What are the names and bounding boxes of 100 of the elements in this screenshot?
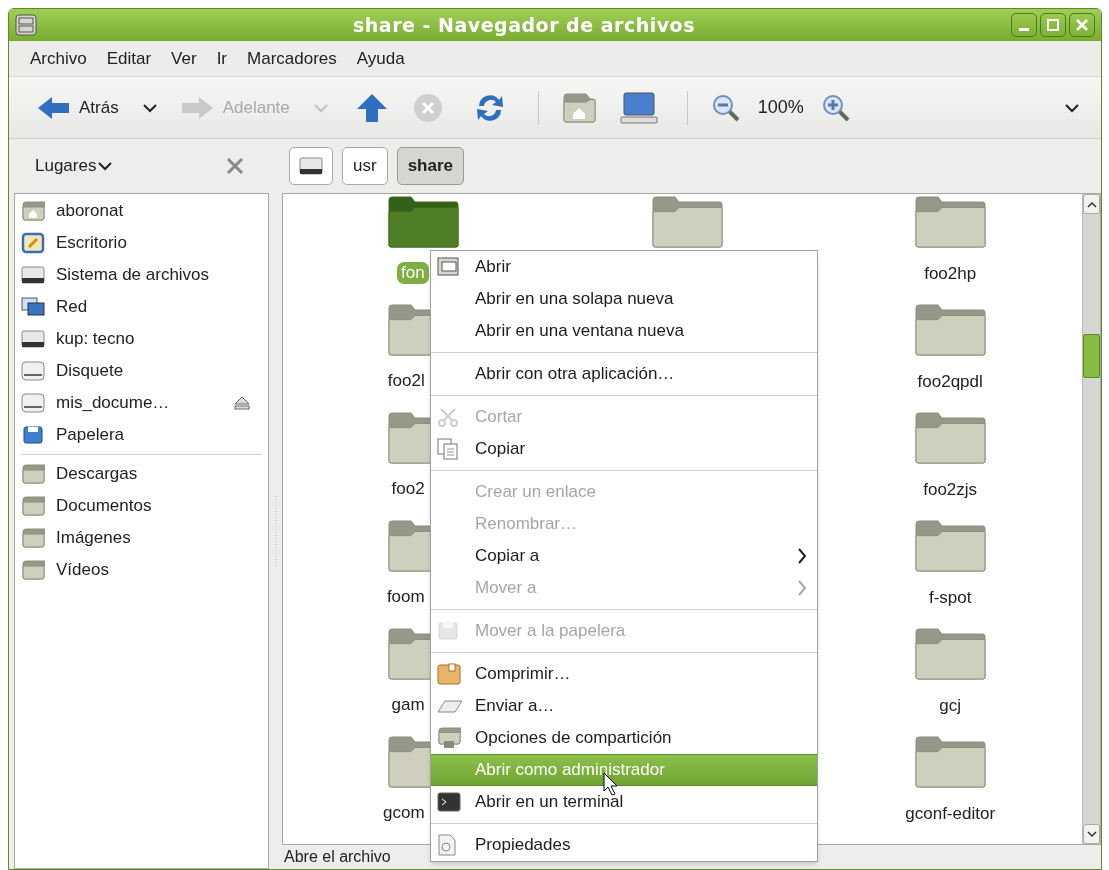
file-name: gcom xyxy=(382,802,426,824)
maximize-icon xyxy=(1047,19,1059,31)
sidebar-item[interactable]: Escritorio xyxy=(15,227,268,259)
sidebar-item[interactable]: Sistema de archivos xyxy=(15,259,268,291)
menu-option[interactable]: Abrir xyxy=(431,251,817,283)
close-icon xyxy=(226,157,244,175)
menu-option[interactable]: Comprimir… xyxy=(431,658,817,690)
menu-item[interactable]: Ayuda xyxy=(347,45,414,72)
zoom-out-icon xyxy=(711,93,740,122)
trash-icon xyxy=(437,621,459,641)
menu-item[interactable]: Archivo xyxy=(21,45,96,72)
menu-option[interactable]: Abrir en una ventana nueva xyxy=(431,315,817,347)
window-title: share - Navegador de archivos xyxy=(352,12,696,38)
sidebar-item[interactable]: aboronat xyxy=(15,195,268,227)
file-name: fon xyxy=(397,262,429,284)
menu-item[interactable]: Marcadores xyxy=(238,45,346,72)
box-icon xyxy=(437,663,461,685)
folder-icon[interactable] xyxy=(914,628,987,680)
computer-icon xyxy=(619,91,658,124)
document-icon xyxy=(437,834,457,856)
left-arrow-icon xyxy=(37,95,71,120)
file-name: foom xyxy=(385,586,426,608)
file-name: gconf-editor xyxy=(904,804,997,823)
chevron-down-icon xyxy=(313,102,328,113)
menu-option[interactable]: Copiar a xyxy=(431,540,817,572)
file-name: foo2l xyxy=(386,370,426,392)
chevron-down-icon xyxy=(1086,830,1097,838)
file-name: foo2qpdl xyxy=(916,372,984,391)
chevron-down-icon xyxy=(142,102,157,113)
menu-option[interactable]: Abrir en un terminal xyxy=(431,786,817,818)
folder-icon[interactable] xyxy=(386,196,459,248)
folder-icon[interactable] xyxy=(650,196,723,248)
zoom-in-icon xyxy=(821,93,850,122)
menu-option[interactable]: Abrir con otra aplicación… xyxy=(431,358,817,390)
folder-icon[interactable] xyxy=(914,304,987,356)
menu-option[interactable]: Copiar xyxy=(431,433,817,465)
sidebar-item[interactable]: Descargas xyxy=(15,458,268,490)
right-arrow-icon xyxy=(180,95,215,120)
file-cabinet-icon xyxy=(15,14,37,36)
menu-item[interactable]: Ir xyxy=(207,45,237,72)
minimize-icon xyxy=(1019,27,1029,31)
drive-icon xyxy=(21,266,45,284)
chevron-up-icon xyxy=(1086,200,1097,208)
back-button[interactable]: Atrás xyxy=(33,87,123,128)
folder-icon xyxy=(21,560,45,580)
up-arrow-icon xyxy=(355,92,388,123)
sidebar-item[interactable]: Vídeos xyxy=(15,554,268,586)
sidebar-item[interactable]: kup: tecno xyxy=(15,323,268,355)
sidebar-item[interactable]: Papelera xyxy=(15,419,268,451)
scrollbar[interactable] xyxy=(1082,194,1100,844)
sidebar-item[interactable]: Documentos xyxy=(15,490,268,522)
terminal-icon xyxy=(437,792,461,812)
drive-path-button[interactable] xyxy=(289,147,333,185)
menu-item[interactable]: Editar xyxy=(97,45,161,72)
drive-icon xyxy=(299,157,323,175)
status-text: Abre el archivo xyxy=(284,847,391,867)
places-dropdown[interactable]: Lugares xyxy=(35,153,113,179)
menu-option[interactable]: Opciones de compartición xyxy=(431,722,817,754)
paper-plane-icon xyxy=(437,698,463,714)
sidebar-item[interactable]: Imágenes xyxy=(15,522,268,554)
menu-option[interactable]: Enviar a… xyxy=(431,690,817,722)
folder-icon xyxy=(21,496,45,516)
maximize-button[interactable] xyxy=(1040,13,1066,37)
file-name: gcj xyxy=(938,696,963,715)
folder-icon[interactable] xyxy=(914,196,987,248)
scroll-thumb[interactable] xyxy=(1083,334,1100,378)
folder-icon xyxy=(21,528,45,548)
sidebar-item[interactable]: Disquete xyxy=(15,355,268,387)
copy-icon xyxy=(437,438,459,460)
file-name: foo2 xyxy=(390,478,426,500)
minimize-button[interactable] xyxy=(1011,13,1037,37)
home-folder-icon xyxy=(21,201,45,221)
trash-icon xyxy=(22,425,44,445)
window-icon xyxy=(437,257,459,277)
folder-icon[interactable] xyxy=(914,520,987,572)
file-name: f-spot xyxy=(927,588,973,607)
eject-icon[interactable] xyxy=(234,396,250,410)
file-name: gam xyxy=(390,694,426,716)
resize-handle-icon[interactable] xyxy=(273,496,278,566)
shared-folder-icon xyxy=(437,727,461,749)
menu-item[interactable]: Ver xyxy=(162,45,206,72)
home-folder-icon xyxy=(561,92,596,123)
path-button[interactable]: usr xyxy=(342,147,388,185)
close-icon xyxy=(1076,19,1088,31)
drive-icon xyxy=(21,330,45,348)
sidebar-item[interactable]: Red xyxy=(15,291,268,323)
file-name: foo2zjs xyxy=(922,480,979,499)
menu-option[interactable]: Propiedades xyxy=(431,829,817,861)
path-button[interactable]: share xyxy=(396,147,464,185)
network-icon xyxy=(21,297,45,317)
sidebar-item[interactable]: mis_docume… xyxy=(15,387,268,419)
scroll-down-button[interactable] xyxy=(1083,824,1100,844)
folder-icon xyxy=(21,464,45,484)
folder-icon[interactable] xyxy=(914,736,987,788)
menu-option[interactable]: Abrir en una solapa nueva xyxy=(431,283,817,315)
desktop-icon xyxy=(21,232,45,254)
scroll-up-button[interactable] xyxy=(1083,194,1100,214)
folder-icon[interactable] xyxy=(914,412,987,464)
close-button[interactable] xyxy=(1069,13,1095,37)
stop-icon xyxy=(412,92,443,123)
